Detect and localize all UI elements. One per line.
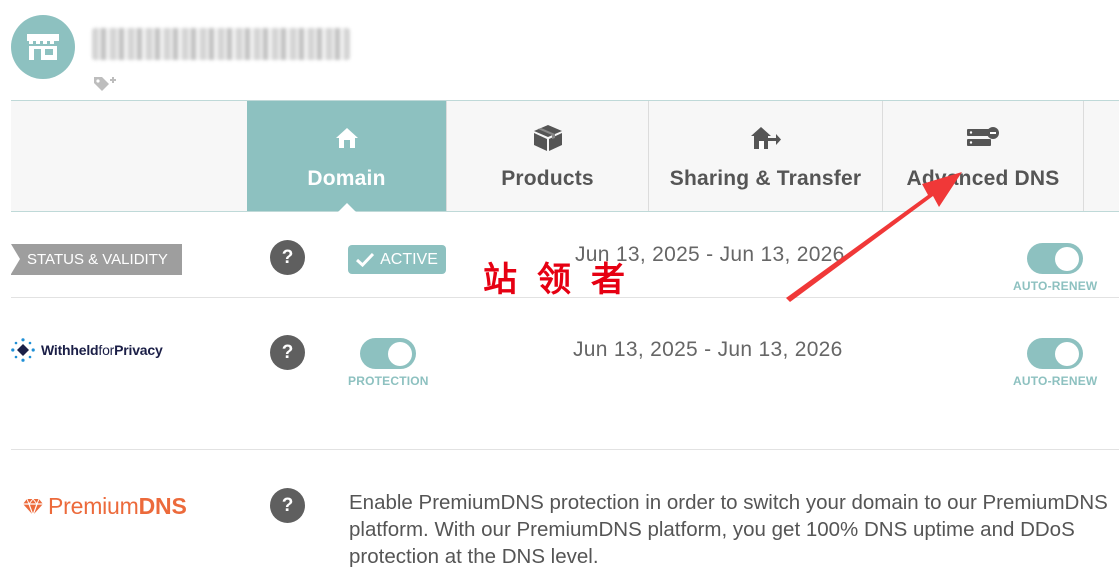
annotation-arrow (786, 172, 962, 302)
